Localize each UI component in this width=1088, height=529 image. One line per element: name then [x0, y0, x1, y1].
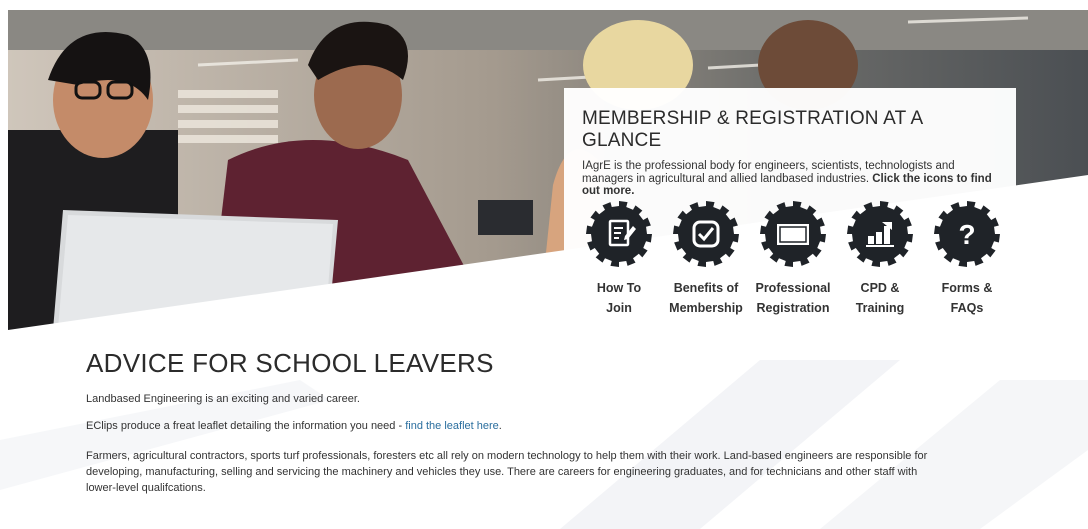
glance-intro: IAgrE is the professional body for engin…: [582, 160, 998, 198]
form-edit-icon: [586, 201, 652, 267]
benefits-label: Benefits of Membership: [669, 281, 743, 315]
glance-title: MEMBERSHIP & REGISTRATION AT A GLANCE: [582, 108, 923, 151]
benefits-of-membership-link[interactable]: Benefits of Membership: [665, 200, 747, 330]
id-card-icon: [760, 201, 826, 267]
how-to-join-label: How To Join: [596, 281, 642, 315]
advice-paragraph-2: EClips produce a freat leaflet detailing…: [86, 418, 946, 434]
advice-title: ADVICE FOR SCHOOL LEAVERS: [86, 348, 494, 378]
checkbox-icon: [673, 201, 739, 267]
professional-registration-label: Professional Registration: [755, 281, 831, 315]
advice-paragraph-2-text: EClips produce a freat leaflet detailing…: [86, 420, 406, 432]
forms-faqs-label: Forms & FAQs: [941, 281, 993, 315]
svg-text:?: ?: [958, 219, 975, 250]
leaflet-link[interactable]: find the leaflet here: [405, 420, 499, 432]
professional-registration-link[interactable]: Professional Registration: [752, 200, 834, 330]
how-to-join-link[interactable]: How To Join: [578, 200, 660, 330]
advice-paragraph-2-end: .: [498, 420, 502, 432]
bar-chart-icon: [847, 201, 913, 267]
membership-glance-panel: MEMBERSHIP & REGISTRATION AT A GLANCE IA…: [564, 88, 1016, 328]
question-mark-icon: ?: [934, 201, 1000, 267]
advice-section: ADVICE FOR SCHOOL LEAVERS Landbased Engi…: [86, 348, 946, 507]
advice-paragraph-3: Farmers, agricultural contractors, sport…: [86, 450, 928, 494]
forms-faqs-link[interactable]: ? Forms & FAQs: [926, 200, 1008, 330]
glance-icon-row: How To Join Benefits of Membership Profe…: [578, 200, 1008, 330]
advice-paragraph-1: Landbased Engineering is an exciting and…: [86, 393, 360, 405]
cpd-training-label: CPD & Training: [855, 281, 905, 315]
cpd-training-link[interactable]: CPD & Training: [839, 200, 921, 330]
